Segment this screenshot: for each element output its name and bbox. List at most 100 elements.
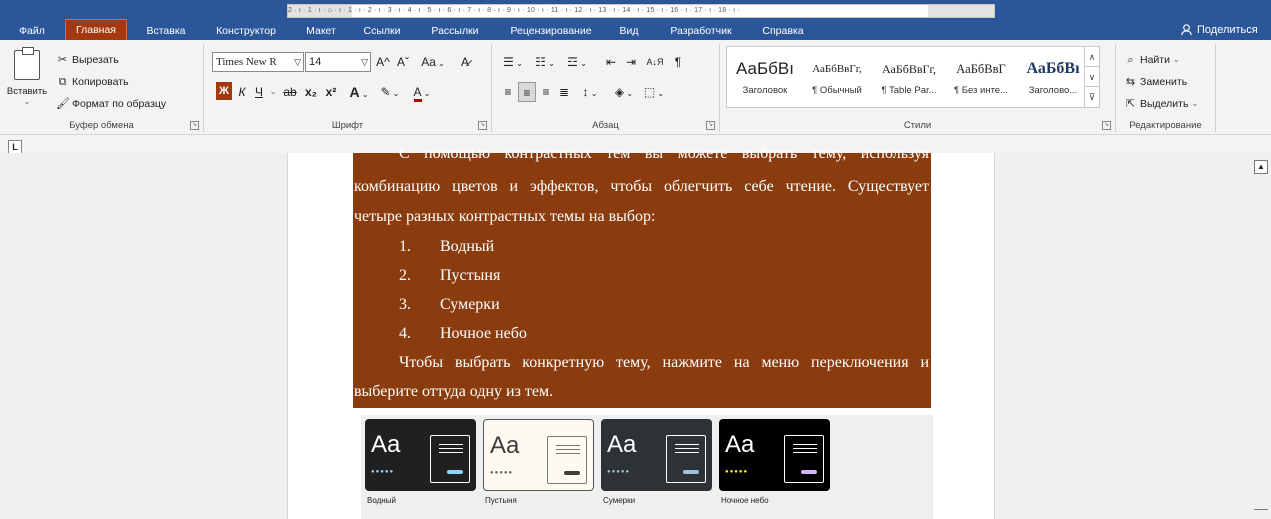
style-no-spacing[interactable]: АаБбВвГ ¶ Без инте... <box>945 47 1017 107</box>
styles-launcher-icon[interactable]: ↘ <box>1102 121 1111 130</box>
tab-insert[interactable]: Вставка <box>140 22 192 40</box>
paragraph-line[interactable]: С помощью контрастных тем вы можете выбр… <box>354 145 929 163</box>
shading-icon[interactable]: ◈ ⌄ <box>610 82 638 102</box>
contrast-themes-image: Aa ●●●●● Водный Aa ●●●●● Пустыня Aa ●●●●… <box>361 415 933 519</box>
theme-night-sky-card: Aa ●●●●● <box>719 419 830 491</box>
document-page[interactable]: С помощью контрастных тем вы можете выбр… <box>287 145 995 519</box>
theme-dots: ●●●●● <box>490 470 514 476</box>
font-name-combo[interactable]: Times New R ▽ <box>212 52 304 72</box>
styles-gallery: АаБбВı Заголовок АаБбВвГг, ¶ Обычный АаБ… <box>726 46 1098 108</box>
paragraph-group: ☰ ⌄ ☷ ⌄ ☲ ⌄ ⇤ ⇥ А↓Я ¶ ≡ ≡ ≡ ≣ ↕ ⌄ ◈ ⌄ ⬚ … <box>492 44 720 132</box>
tab-developer[interactable]: Разработчик <box>662 22 740 40</box>
tab-layout[interactable]: Макет <box>300 22 342 40</box>
font-launcher-icon[interactable]: ↘ <box>478 121 487 130</box>
align-center-icon[interactable]: ≡ <box>518 82 536 102</box>
paragraph-launcher-icon[interactable]: ↘ <box>706 121 715 130</box>
change-case-button[interactable]: Aa ⌄ <box>418 52 448 72</box>
underline-button[interactable]: Ч <box>252 82 266 102</box>
tab-references[interactable]: Ссылки <box>358 22 406 40</box>
show-formatting-button[interactable]: ¶ <box>670 52 686 72</box>
replace-label: Заменить <box>1140 76 1188 88</box>
align-left-icon[interactable]: ≡ <box>500 82 516 102</box>
copy-icon: ⧉ <box>58 76 67 88</box>
borders-icon[interactable]: ⬚ ⌄ <box>640 82 668 102</box>
sort-button[interactable]: А↓Я <box>644 52 666 72</box>
styles-scroll: ∧ ∨ ⊽ <box>1084 46 1100 108</box>
font-name-value: Times New R <box>216 56 277 68</box>
scroll-up-icon[interactable]: ▲ <box>1254 160 1268 174</box>
select-button[interactable]: ⇱ Выделить ⌄ <box>1124 96 1198 112</box>
font-group-label: Шрифт <box>331 120 364 131</box>
clipboard-launcher-icon[interactable]: ↘ <box>190 121 199 130</box>
share-button[interactable]: Поделиться <box>1180 23 1258 36</box>
grow-font-button[interactable]: A^ <box>374 52 392 72</box>
copy-button[interactable]: ⧉ Копировать <box>56 74 129 90</box>
shrink-font-button[interactable]: Aˇ <box>394 52 412 72</box>
theme-aa-text: Aa <box>371 431 401 458</box>
styles-group-label: Стили <box>903 120 932 131</box>
ribbon-home: Вставить ⌄ ✂ Вырезать ⧉ Копировать 🖌 Фор… <box>0 40 1271 173</box>
tab-file[interactable]: Файл <box>14 22 50 40</box>
justify-icon[interactable]: ≣ <box>556 82 572 102</box>
find-label: Найти <box>1140 54 1170 66</box>
cut-label: Вырезать <box>72 54 119 66</box>
chevron-down-icon: ⌄ <box>23 97 31 106</box>
paragraph-line[interactable]: Чтобы выбрать конкретную тему, нажмите н… <box>354 354 929 372</box>
font-size-combo[interactable]: 14 ▽ <box>305 52 371 72</box>
list-number: 1. <box>399 238 411 255</box>
paragraph-line[interactable]: четыре разных контрастных темы на выбор: <box>354 208 929 226</box>
tab-view[interactable]: Вид <box>614 22 644 40</box>
format-painter-button[interactable]: 🖌 Формат по образцу <box>56 96 166 112</box>
change-case-label: Aa <box>421 55 436 69</box>
find-button[interactable]: ⌕ Найти ⌄ <box>1124 52 1180 68</box>
bold-button[interactable]: Ж <box>216 82 232 100</box>
italic-button[interactable]: К <box>235 82 249 102</box>
bullets-icon[interactable]: ☰ ⌄ <box>498 52 528 72</box>
list-text: Водный <box>440 238 495 255</box>
chevron-down-icon: ⌄ <box>435 59 445 68</box>
clear-formatting-icon[interactable]: A̷ <box>454 52 476 72</box>
chevron-down-icon: ⌄ <box>1172 55 1180 64</box>
tab-home[interactable]: Главная <box>65 19 127 40</box>
text-effects-icon[interactable]: A ⌄ <box>346 82 372 102</box>
theme-dusk-card: Aa ●●●●● <box>601 419 712 491</box>
list-text: Пустыня <box>440 267 501 284</box>
chevron-down-icon[interactable]: ∨ <box>1085 67 1099 87</box>
paste-button[interactable]: Вставить ⌄ <box>4 47 50 116</box>
theme-desert-card: Aa ●●●●● <box>483 419 594 491</box>
style-table-paragraph[interactable]: АаБбВвГг, ¶ Table Par... <box>873 47 945 107</box>
strikethrough-button[interactable]: ab <box>280 82 300 102</box>
highlight-color-icon[interactable]: ✎ ⌄ <box>376 82 404 102</box>
tab-review[interactable]: Рецензирование <box>502 22 600 40</box>
paragraph-line[interactable]: выберите оттуда одну из тем. <box>354 383 929 401</box>
replace-button[interactable]: ⇆ Заменить <box>1124 74 1187 90</box>
numbering-icon[interactable]: ☷ ⌄ <box>530 52 560 72</box>
tab-design[interactable]: Конструктор <box>208 22 284 40</box>
list-number: 2. <box>399 267 411 284</box>
chevron-down-icon: ⌄ <box>1191 99 1199 108</box>
more-styles-icon[interactable]: ⊽ <box>1085 87 1099 107</box>
tab-help[interactable]: Справка <box>756 22 810 40</box>
search-icon: ⌕ <box>1127 54 1134 66</box>
decrease-indent-icon[interactable]: ⇤ <box>602 52 620 72</box>
chevron-up-icon[interactable]: ∧ <box>1085 47 1099 67</box>
chevron-down-icon[interactable]: ⌄ <box>268 82 278 102</box>
line-spacing-icon[interactable]: ↕ ⌄ <box>576 82 604 102</box>
font-color-icon[interactable]: A ⌄ <box>408 82 436 102</box>
multilevel-list-icon[interactable]: ☲ ⌄ <box>562 52 592 72</box>
window-icon <box>547 436 587 484</box>
tab-mailings[interactable]: Рассылки <box>424 22 486 40</box>
cut-button[interactable]: ✂ Вырезать <box>56 52 119 68</box>
theme-dots: ●●●●● <box>725 469 749 475</box>
horizontal-ruler[interactable]: 2 · ı · 1 · ı · ⌂ · ı · 1 · ı · 2 · ı · … <box>287 4 995 18</box>
style-heading[interactable]: АаБбВı Заголовок <box>729 47 801 107</box>
scissors-icon: ✂ <box>57 54 68 66</box>
style-normal[interactable]: АаБбВвГг, ¶ Обычный <box>801 47 873 107</box>
paragraph-line[interactable]: комбинацию цветов и эффектов, чтобы обле… <box>354 178 929 196</box>
increase-indent-icon[interactable]: ⇥ <box>622 52 640 72</box>
align-right-icon[interactable]: ≡ <box>538 82 554 102</box>
superscript-button[interactable]: x² <box>322 82 340 102</box>
style-heading-1[interactable]: АаБбВı Заголово... <box>1017 47 1089 107</box>
tab-selector[interactable]: L <box>8 140 22 154</box>
subscript-button[interactable]: x₂ <box>302 82 320 102</box>
